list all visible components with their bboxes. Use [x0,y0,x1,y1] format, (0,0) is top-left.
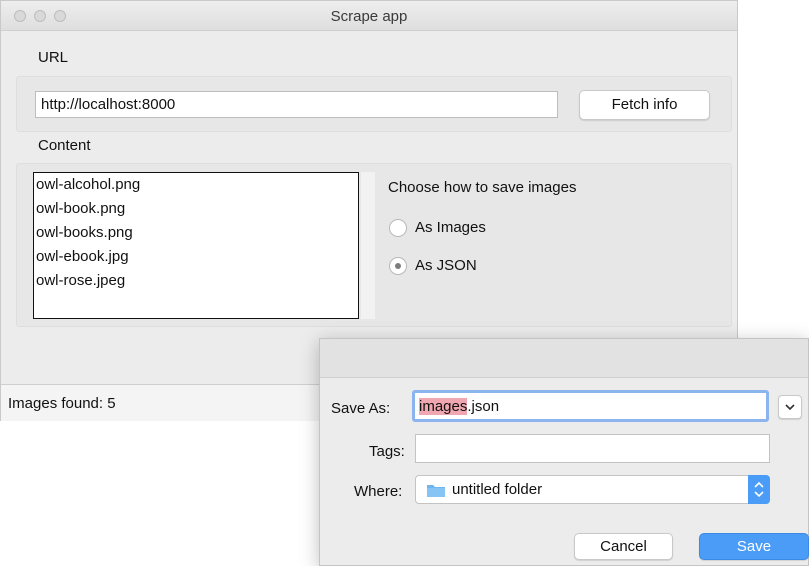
url-label: URL [38,49,69,66]
list-item[interactable]: owl-books.png [34,221,358,245]
select-stepper[interactable] [748,475,770,504]
image-list[interactable]: owl-alcohol.png owl-book.png owl-books.p… [33,172,359,319]
dialog-header [320,339,808,378]
tags-label: Tags: [369,443,405,460]
radio-selected-dot [395,263,401,269]
list-scroll-gutter [361,172,375,319]
as-images-label[interactable]: As Images [415,219,486,236]
expand-dialog-button[interactable] [778,395,802,419]
fetch-info-button[interactable]: Fetch info [579,90,710,120]
cancel-button[interactable]: Cancel [574,533,673,560]
window-title: Scrape app [330,8,408,25]
save-as-input[interactable]: images.json [412,390,769,422]
save-dialog: Save As: images.json Tags: Where: untitl… [319,338,809,566]
where-value: untitled folder [452,481,543,498]
url-input[interactable] [35,91,558,118]
list-item[interactable]: owl-book.png [34,197,358,221]
as-json-radio[interactable] [389,257,407,275]
save-as-label: Save As: [331,400,391,417]
tags-input[interactable] [415,434,770,463]
as-images-radio[interactable] [389,219,407,237]
as-json-label[interactable]: As JSON [415,257,477,274]
title-bar: Scrape app [1,1,737,31]
chevron-down-icon [785,404,795,411]
where-label: Where: [354,483,403,500]
save-method-heading: Choose how to save images [388,179,577,196]
list-item[interactable]: owl-ebook.jpg [34,245,358,269]
list-item[interactable]: owl-rose.jpeg [34,269,358,293]
status-text: Images found: 5 [8,395,116,412]
filename-selection: images [419,398,468,415]
where-select[interactable]: untitled folder [415,475,770,504]
filename-extension: .json [467,398,500,415]
save-button[interactable]: Save [699,533,809,560]
folder-icon [427,485,445,497]
chevron-updown-icon [754,481,764,498]
content-label: Content [38,137,91,154]
list-item[interactable]: owl-alcohol.png [34,173,358,197]
